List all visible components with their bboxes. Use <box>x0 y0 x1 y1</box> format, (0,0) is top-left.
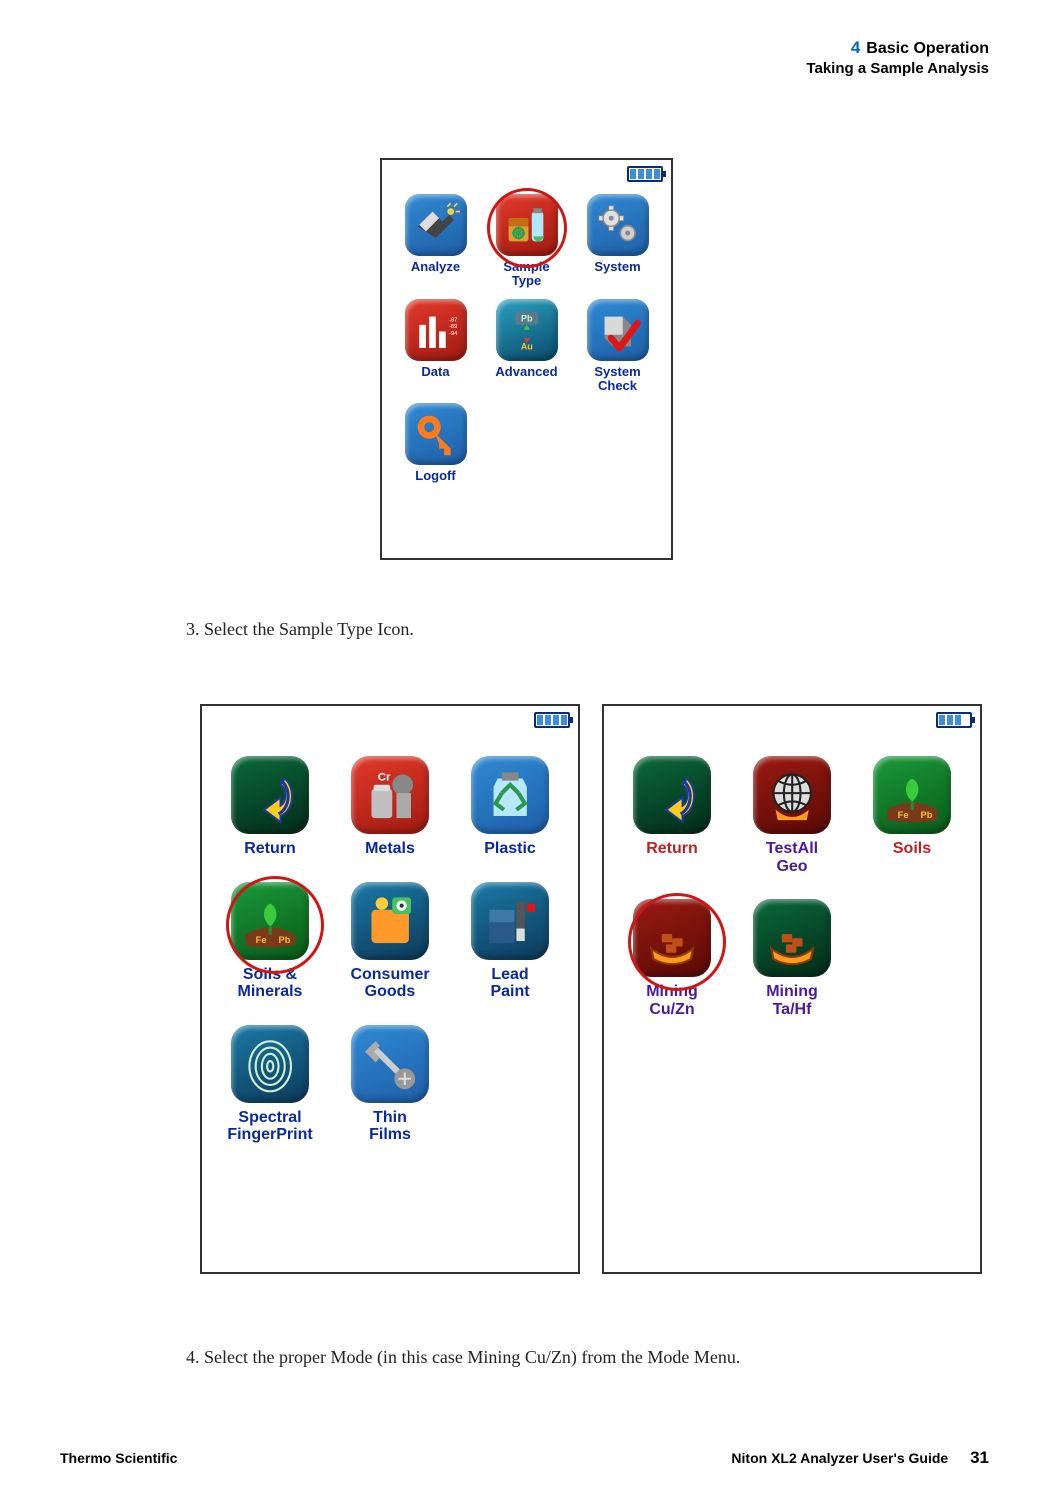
menu-item-label: Metals <box>365 840 415 858</box>
return-icon <box>231 756 309 834</box>
menu-item-logoff[interactable]: Logoff <box>394 403 477 483</box>
battery-icon <box>627 166 663 182</box>
device-screen-mode-menu: Return TestAll Geo Soils Mining Cu/Zn Mining… <box>602 704 982 1274</box>
check-icon <box>587 299 649 361</box>
device-screen-sample-type: Return Metals Plastic Soils & Minerals Consu… <box>200 704 580 1274</box>
menu-item-advanced[interactable]: Advanced <box>485 299 568 394</box>
menu-item-label: System <box>594 260 640 274</box>
menu-item-label: Return <box>244 840 296 858</box>
consumer-icon <box>351 882 429 960</box>
chapter-title: Basic Operation <box>866 40 989 57</box>
menu-item-label: Sample Type <box>503 260 549 289</box>
step-4-text: 4. Select the proper Mode (in this case … <box>186 1347 740 1368</box>
page-footer: Thermo Scientific Niton XL2 Analyzer Use… <box>60 1448 989 1468</box>
footer-guide-title: Niton XL2 Analyzer User's Guide <box>731 1450 948 1466</box>
metals-icon <box>351 756 429 834</box>
menu-item-label: Soils & Minerals <box>238 966 303 1001</box>
finger-icon <box>231 1025 309 1103</box>
menu-item-thin-films[interactable]: Thin Films <box>334 1025 446 1144</box>
menu-item-spectral-fingerprint[interactable]: Spectral FingerPrint <box>214 1025 326 1144</box>
menu-item-label: Thin Films <box>369 1109 411 1144</box>
menu-item-mining-cu-zn[interactable]: Mining Cu/Zn <box>616 899 728 1018</box>
menu-item-label: Mining Ta/Hf <box>766 983 818 1018</box>
mode-menu-grid: Return TestAll Geo Soils Mining Cu/Zn Mining… <box>604 706 980 1026</box>
menu-item-system[interactable]: System <box>576 194 659 289</box>
menu-item-label: Advanced <box>495 365 557 379</box>
menu-item-label: Plastic <box>484 840 536 858</box>
menu-item-return[interactable]: Return <box>616 756 728 875</box>
globe-icon <box>753 756 831 834</box>
menu-item-soils-minerals[interactable]: Soils & Minerals <box>214 882 326 1001</box>
menu-item-label: Soils <box>893 840 931 858</box>
step-3-text: 3. Select the Sample Type Icon. <box>186 619 414 640</box>
sample-type-grid: Return Metals Plastic Soils & Minerals Consu… <box>202 706 578 1152</box>
key-icon <box>405 403 467 465</box>
menu-item-label: Return <box>646 840 698 858</box>
minecu-icon <box>633 899 711 977</box>
menu-item-label: Logoff <box>415 469 455 483</box>
menu-item-label: Consumer Goods <box>350 966 429 1001</box>
soils-icon <box>873 756 951 834</box>
footer-left: Thermo Scientific <box>60 1450 177 1466</box>
menu-item-label: TestAll Geo <box>766 840 818 875</box>
chapter-number: 4 <box>851 38 860 57</box>
analyzer-icon <box>405 194 467 256</box>
menu-item-system-check[interactable]: System Check <box>576 299 659 394</box>
section-title: Taking a Sample Analysis <box>806 60 989 77</box>
sample-icon <box>496 194 558 256</box>
caliper-icon <box>351 1025 429 1103</box>
plastic-icon <box>471 756 549 834</box>
device-screen-main-menu: Analyze Sample Type System Data Advanced Syst… <box>380 158 673 560</box>
pbau-icon <box>496 299 558 361</box>
data-icon <box>405 299 467 361</box>
menu-item-label: Analyze <box>411 260 460 274</box>
main-menu-grid: Analyze Sample Type System Data Advanced Syst… <box>382 160 671 491</box>
paint-icon <box>471 882 549 960</box>
menu-item-label: Lead Paint <box>490 966 529 1001</box>
soils-icon <box>231 882 309 960</box>
menu-item-lead-paint[interactable]: Lead Paint <box>454 882 566 1001</box>
menu-item-analyze[interactable]: Analyze <box>394 194 477 289</box>
menu-item-sample-type[interactable]: Sample Type <box>485 194 568 289</box>
menu-item-soils[interactable]: Soils <box>856 756 968 875</box>
battery-icon <box>534 712 570 728</box>
menu-item-label: System Check <box>594 365 640 394</box>
page-number: 31 <box>970 1448 989 1467</box>
menu-item-plastic[interactable]: Plastic <box>454 756 566 858</box>
mineta-icon <box>753 899 831 977</box>
menu-item-label: Spectral FingerPrint <box>227 1109 312 1144</box>
menu-item-label: Mining Cu/Zn <box>646 983 698 1018</box>
menu-item-mining-ta-hf[interactable]: Mining Ta/Hf <box>736 899 848 1018</box>
gears-icon <box>587 194 649 256</box>
menu-item-testall-geo[interactable]: TestAll Geo <box>736 756 848 875</box>
page-header: 4 Basic Operation Taking a Sample Analysi… <box>806 38 989 77</box>
menu-item-consumer-goods[interactable]: Consumer Goods <box>334 882 446 1001</box>
menu-item-data[interactable]: Data <box>394 299 477 394</box>
menu-item-return[interactable]: Return <box>214 756 326 858</box>
menu-item-metals[interactable]: Metals <box>334 756 446 858</box>
return-icon <box>633 756 711 834</box>
menu-item-label: Data <box>421 365 449 379</box>
battery-icon <box>936 712 972 728</box>
